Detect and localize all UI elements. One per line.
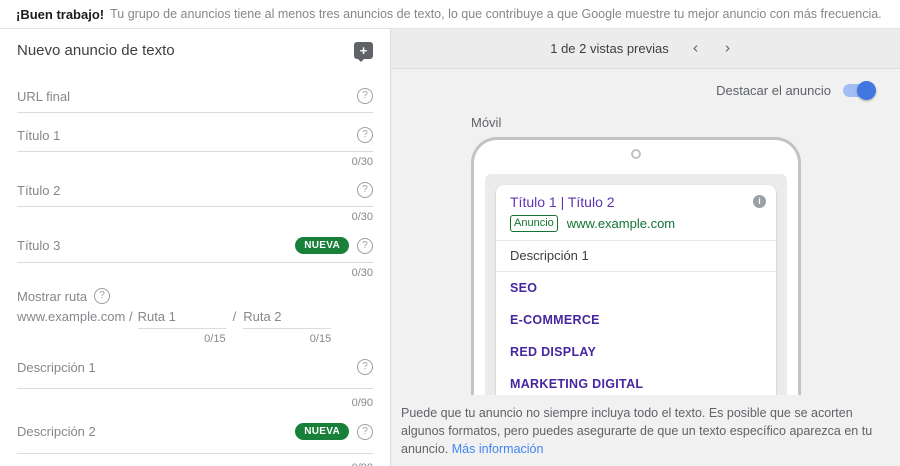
help-icon[interactable]: ? <box>357 88 373 104</box>
help-icon[interactable]: ? <box>94 288 110 304</box>
headline1-input[interactable] <box>17 128 349 143</box>
banner-title: ¡Buen trabajo! <box>16 7 104 22</box>
ad-description: Descripción 1 <box>496 241 776 272</box>
description1-field: ? 0/90 <box>17 354 373 409</box>
headline2-field: ? 0/30 <box>17 177 373 223</box>
description1-counter: 0/90 <box>17 389 373 409</box>
help-icon[interactable]: ? <box>357 182 373 198</box>
help-icon[interactable]: ? <box>357 424 373 440</box>
preview-disclaimer: Puede que tu anuncio no siempre incluya … <box>401 404 890 458</box>
ad-preview-card: Título 1 | Título 2 i Anuncio www.exampl… <box>496 185 776 395</box>
ad-display-url: www.example.com <box>567 216 675 231</box>
display-path-field: Mostrar ruta ? www.example.com / 0/15 / … <box>17 285 373 345</box>
headline1-row: ? <box>17 122 373 152</box>
display-path-inputs: www.example.com / 0/15 / 0/15 <box>17 306 373 345</box>
help-icon[interactable]: ? <box>357 359 373 375</box>
sitelink: SEO <box>496 272 776 304</box>
headline3-counter: 0/30 <box>17 263 373 279</box>
description2-row: NUEVA ? <box>17 418 373 454</box>
info-icon[interactable]: i <box>753 195 766 208</box>
sitelink: MARKETING DIGITAL <box>496 368 776 395</box>
display-path-label: Mostrar ruta <box>17 289 87 304</box>
highlight-ad-row: Destacar el anuncio <box>401 83 890 98</box>
new-badge: NUEVA <box>295 237 349 254</box>
chevron-left-icon <box>689 42 702 55</box>
ad-url-row: Anuncio www.example.com <box>496 210 776 241</box>
previous-preview-button[interactable] <box>683 36 709 62</box>
new-badge: NUEVA <box>295 423 349 440</box>
next-preview-button[interactable] <box>715 36 741 62</box>
final-url-row: ? <box>17 83 373 113</box>
sitelink: RED DISPLAY <box>496 336 776 368</box>
final-url-field: ? <box>17 83 373 113</box>
more-info-link[interactable]: Más información <box>452 442 544 456</box>
path1-box: 0/15 <box>138 306 226 345</box>
path2-row <box>243 306 331 329</box>
headline3-input[interactable] <box>17 238 287 253</box>
highlight-ad-toggle[interactable] <box>843 84 874 97</box>
display-path-label-row: Mostrar ruta ? <box>17 285 373 306</box>
banner-text: Tu grupo de anuncios tiene al menos tres… <box>110 7 882 21</box>
help-icon[interactable]: ? <box>357 238 373 254</box>
path2-box: 0/15 <box>243 306 331 345</box>
ad-header: Título 1 | Título 2 i <box>496 185 776 210</box>
ad-title: Título 1 | Título 2 <box>510 194 615 210</box>
path2-counter: 0/15 <box>243 329 331 345</box>
sitelink: E-COMMERCE <box>496 304 776 336</box>
path1-row <box>138 306 226 329</box>
final-url-input[interactable] <box>17 89 349 104</box>
ad-badge: Anuncio <box>510 215 558 232</box>
description2-field: NUEVA ? 0/90 <box>17 418 373 466</box>
description2-input[interactable] <box>17 424 287 439</box>
new-text-ad-form: Nuevo anuncio de texto + ? ? 0/30 ? 0/30 <box>0 29 391 466</box>
description1-row: ? <box>17 354 373 389</box>
preview-pager-text: 1 de 2 vistas previas <box>550 41 669 56</box>
headline1-counter: 0/30 <box>17 152 373 168</box>
path1-counter: 0/15 <box>138 329 226 345</box>
form-title: Nuevo anuncio de texto <box>17 42 175 59</box>
headline2-input[interactable] <box>17 183 349 198</box>
success-banner: ¡Buen trabajo! Tu grupo de anuncios tien… <box>0 0 900 29</box>
base-url-text: www.example.com / <box>17 306 133 324</box>
path-separator: / <box>233 306 237 324</box>
headline2-row: ? <box>17 177 373 207</box>
mobile-phone-mockup: Título 1 | Título 2 i Anuncio www.exampl… <box>471 137 801 395</box>
add-comment-icon[interactable]: + <box>354 42 373 59</box>
preview-body: Destacar el anuncio Móvil Título 1 | Tít… <box>391 69 900 466</box>
headline3-field: NUEVA ? 0/30 <box>17 232 373 279</box>
path2-input[interactable] <box>243 309 331 324</box>
highlight-ad-label: Destacar el anuncio <box>716 83 831 98</box>
headline2-counter: 0/30 <box>17 207 373 223</box>
headline1-field: ? 0/30 <box>17 122 373 168</box>
plus-glyph: + <box>360 44 368 57</box>
toggle-thumb <box>857 81 876 100</box>
device-label: Móvil <box>471 115 890 130</box>
description2-counter: 0/90 <box>17 454 373 466</box>
chevron-right-icon <box>721 42 734 55</box>
ad-editor: Nuevo anuncio de texto + ? ? 0/30 ? 0/30 <box>0 29 900 466</box>
path1-input[interactable] <box>138 309 226 324</box>
ad-preview-panel: 1 de 2 vistas previas Destacar el anunci… <box>391 29 900 466</box>
form-header: Nuevo anuncio de texto + <box>17 29 373 61</box>
phone-screen: Título 1 | Título 2 i Anuncio www.exampl… <box>485 174 787 395</box>
description1-input[interactable] <box>17 360 349 375</box>
headline3-row: NUEVA ? <box>17 232 373 263</box>
phone-camera-icon <box>631 149 641 159</box>
help-icon[interactable]: ? <box>357 127 373 143</box>
preview-pager: 1 de 2 vistas previas <box>391 29 900 69</box>
